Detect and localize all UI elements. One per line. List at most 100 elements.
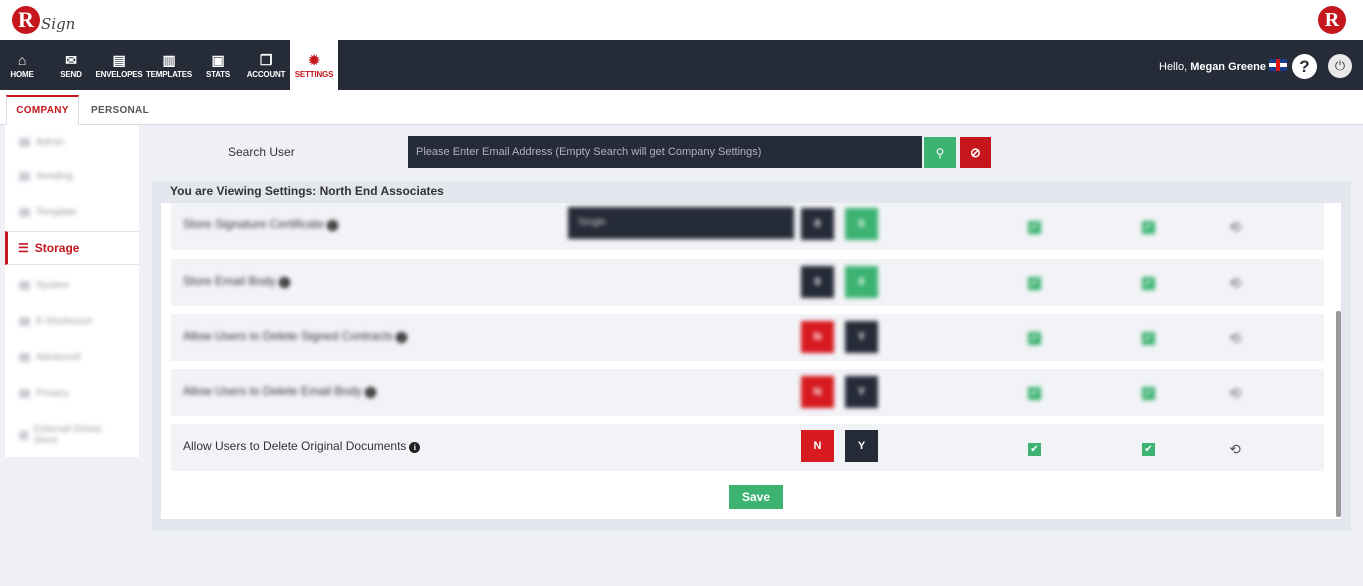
sidebar-item-sending[interactable]: Sending xyxy=(5,159,139,193)
setting-row: Allow Users to Delete Signed Contracts i … xyxy=(171,314,1324,361)
sidebar-item-template[interactable]: Template xyxy=(5,195,139,229)
certificate-select[interactable]: Single xyxy=(568,207,794,239)
no-button[interactable]: N xyxy=(801,321,834,353)
toggle-off-button[interactable]: 0 xyxy=(801,266,834,298)
admin-icon xyxy=(19,137,30,147)
sidebar-item-privacy[interactable]: Privacy xyxy=(5,376,139,410)
viewing-settings-title: You are Viewing Settings: North End Asso… xyxy=(170,184,444,198)
blurred-label: Privacy xyxy=(19,388,69,399)
sidebar-item-edisclosure[interactable]: E-Disclosure xyxy=(5,304,139,338)
sidebar-item-storage[interactable]: ☰ Storage xyxy=(5,231,139,265)
nav-account[interactable]: ❐ ACCOUNT xyxy=(244,40,288,90)
no-button[interactable]: N xyxy=(801,430,834,462)
setting-row: Allow Users to Delete Email Body i N Y ✔ … xyxy=(171,369,1324,416)
checkbox-icon[interactable]: ✔ xyxy=(1142,387,1155,400)
template-icon xyxy=(19,207,30,217)
nav-settings[interactable]: ✹ SETTINGS xyxy=(290,40,338,90)
main-nav: ⌂ HOME ✉ SEND ▤ ENVELOPES ▥ TEMPLATES ▣ … xyxy=(0,40,1363,90)
nav-stats[interactable]: ▣ STATS xyxy=(203,40,233,90)
save-button[interactable]: Save xyxy=(729,485,783,509)
yes-button[interactable]: Y xyxy=(845,430,878,462)
checkbox-icon[interactable]: ✔ xyxy=(1028,443,1041,456)
templates-icon: ▥ xyxy=(162,51,176,68)
nav-label: TEMPLATES xyxy=(145,69,193,79)
tab-company[interactable]: COMPANY xyxy=(6,95,79,125)
database-icon: ☰ xyxy=(18,241,29,255)
checkbox-icon[interactable]: ✔ xyxy=(1142,443,1155,456)
ban-icon: ⊘ xyxy=(970,144,981,160)
sidebar-item-admin[interactable]: Admin xyxy=(5,125,139,159)
blurred-label: Sending xyxy=(19,171,73,182)
account-icon: ❐ xyxy=(259,51,273,68)
setting-label-text: Allow Users to Delete Email Body xyxy=(183,384,362,398)
checkbox-icon[interactable]: ✔ xyxy=(1142,221,1155,234)
nav-label: ENVELOPES xyxy=(95,69,143,79)
info-icon[interactable]: i xyxy=(409,442,421,453)
nav-home[interactable]: ⌂ HOME xyxy=(6,40,38,90)
yes-button[interactable]: Y xyxy=(845,376,878,408)
sidebar-item-label: Sending xyxy=(36,170,73,182)
setting-row: Store Signature Certificate i Single 0 0 … xyxy=(171,203,1324,250)
sidebar-item-label: Privacy xyxy=(36,387,69,399)
blurred-label: External Drives Store xyxy=(19,424,109,446)
yes-button[interactable]: Y xyxy=(845,321,878,353)
setting-label-text: Allow Users to Delete Original Documents xyxy=(183,439,407,453)
nav-templates[interactable]: ▥ TEMPLATES xyxy=(145,40,193,90)
system-icon xyxy=(19,280,30,290)
toggle-on-button[interactable]: 0 xyxy=(845,208,878,240)
blurred-label: Advanced xyxy=(19,352,80,363)
privacy-icon xyxy=(19,388,30,398)
power-icon[interactable]: ⏻ xyxy=(1328,54,1352,78)
history-icon[interactable]: ⟲ xyxy=(1227,219,1243,235)
no-button[interactable]: N xyxy=(801,376,834,408)
brand-bar: R Sign R xyxy=(0,0,1363,40)
settings-panel: You are Viewing Settings: North End Asso… xyxy=(152,181,1351,531)
disclosure-icon xyxy=(19,316,30,326)
tab-personal[interactable]: PERSONAL xyxy=(84,95,156,125)
setting-label-text: Allow Users to Delete Signed Contracts xyxy=(183,329,394,343)
sidebar-item-label: Storage xyxy=(34,241,80,255)
checkbox-icon[interactable]: ✔ xyxy=(1028,277,1041,290)
setting-row-delete-original-documents: Allow Users to Delete Original Documents… xyxy=(171,424,1324,471)
checkbox-icon[interactable]: ✔ xyxy=(1142,277,1155,290)
blurred-label: E-Disclosure xyxy=(19,316,93,327)
setting-label: Allow Users to Delete Signed Contracts i xyxy=(183,329,408,343)
logo-letter: R xyxy=(12,6,40,34)
sidebar-item-system[interactable]: System xyxy=(5,268,139,302)
history-icon[interactable]: ⟲ xyxy=(1227,385,1243,401)
home-icon: ⌂ xyxy=(17,51,27,68)
checkbox-icon[interactable]: ✔ xyxy=(1142,332,1155,345)
user-name: Megan Greene xyxy=(1190,61,1266,73)
history-icon[interactable]: ⟲ xyxy=(1227,441,1243,457)
settings-tabs: COMPANY PERSONAL xyxy=(0,90,1363,125)
checkbox-icon[interactable]: ✔ xyxy=(1028,387,1041,400)
send-icon xyxy=(19,171,30,181)
rsign-logo[interactable]: R Sign xyxy=(12,5,75,35)
setting-label: Store Signature Certificate i xyxy=(183,217,338,231)
checkbox-icon[interactable]: ✔ xyxy=(1028,332,1041,345)
gear-icon: ✹ xyxy=(308,51,320,68)
nav-send[interactable]: ✉ SEND xyxy=(56,40,86,90)
search-email-input[interactable] xyxy=(408,136,922,168)
search-button[interactable]: ⚲ xyxy=(924,137,956,168)
nav-label: ACCOUNT xyxy=(246,69,286,79)
toggle-on-button[interactable]: 0 xyxy=(845,266,878,298)
briefcase-icon: ▣ xyxy=(211,51,225,68)
sidebar-item-external-drives[interactable]: External Drives Store xyxy=(5,415,139,455)
info-icon: i xyxy=(278,277,290,288)
history-icon[interactable]: ⟲ xyxy=(1227,330,1243,346)
checkbox-icon[interactable]: ✔ xyxy=(1028,221,1041,234)
sidebar-item-advanced[interactable]: Advanced xyxy=(5,340,139,374)
clear-search-button[interactable]: ⊘ xyxy=(960,137,991,168)
help-icon[interactable]: ? xyxy=(1292,54,1317,79)
uk-flag-icon[interactable] xyxy=(1269,59,1287,71)
nav-envelopes[interactable]: ▤ ENVELOPES xyxy=(95,40,143,90)
toggle-off-button[interactable]: 0 xyxy=(801,208,834,240)
setting-row: Store Email Body i 0 0 ✔ ✔ ⟲ xyxy=(171,259,1324,306)
user-greeting: Hello, Megan Greene xyxy=(1159,61,1266,73)
panel-scrollbar[interactable] xyxy=(1336,311,1341,517)
setting-label-text: Store Signature Certificate xyxy=(183,217,324,231)
sidebar-item-label: System xyxy=(36,279,70,291)
history-icon[interactable]: ⟲ xyxy=(1227,275,1243,291)
advanced-icon xyxy=(19,352,30,362)
